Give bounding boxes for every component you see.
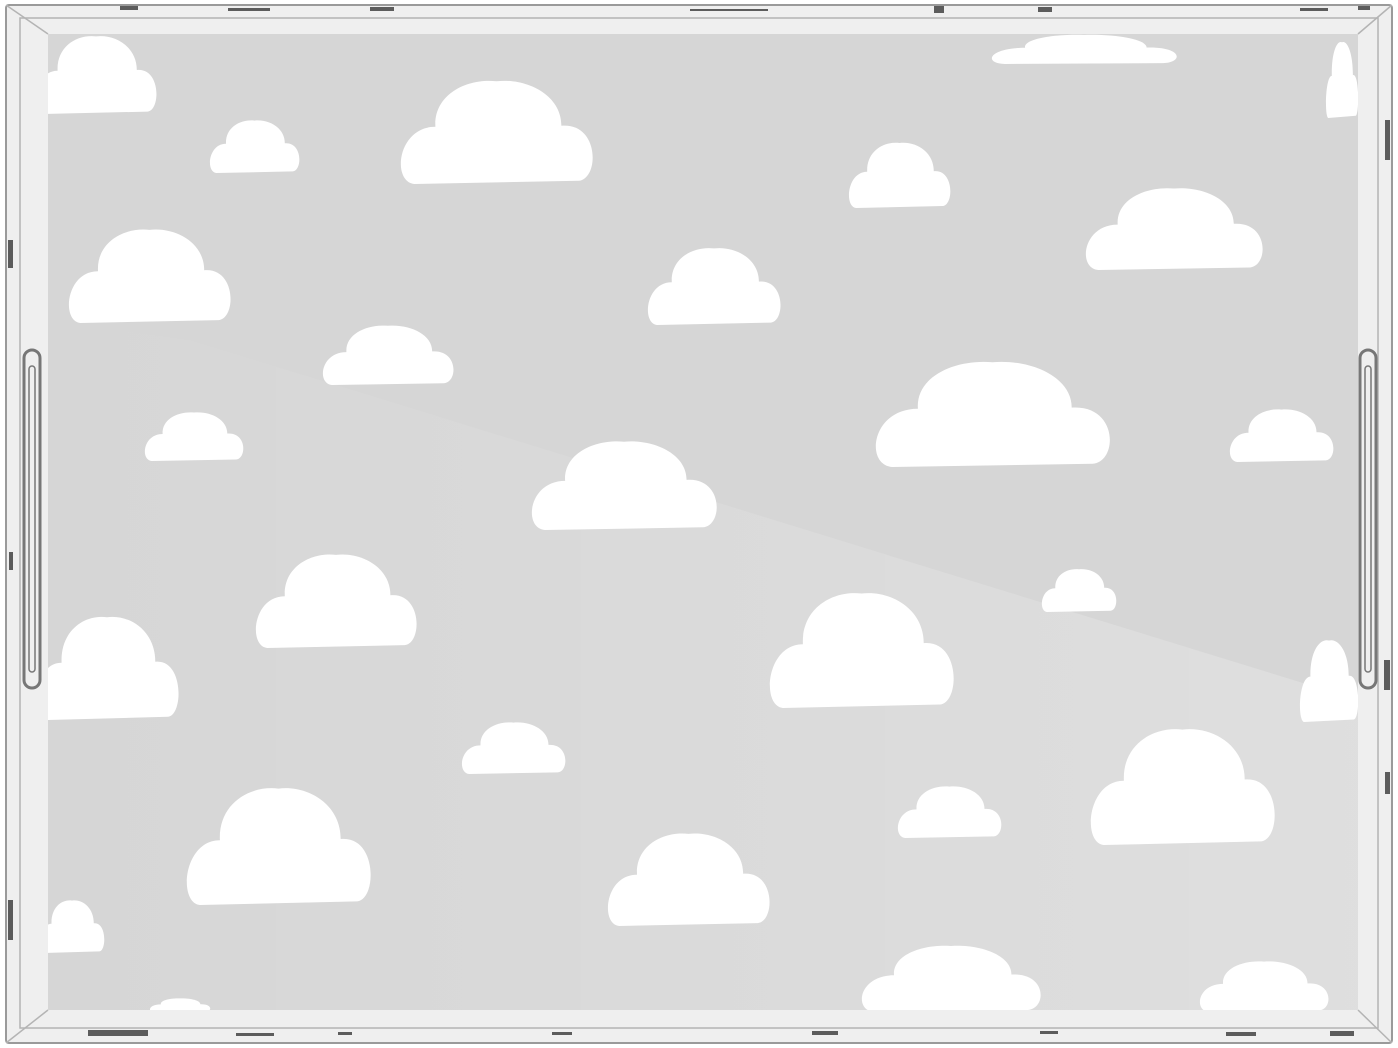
tray-image [5,4,1393,1044]
tray-panel [48,34,1358,1010]
